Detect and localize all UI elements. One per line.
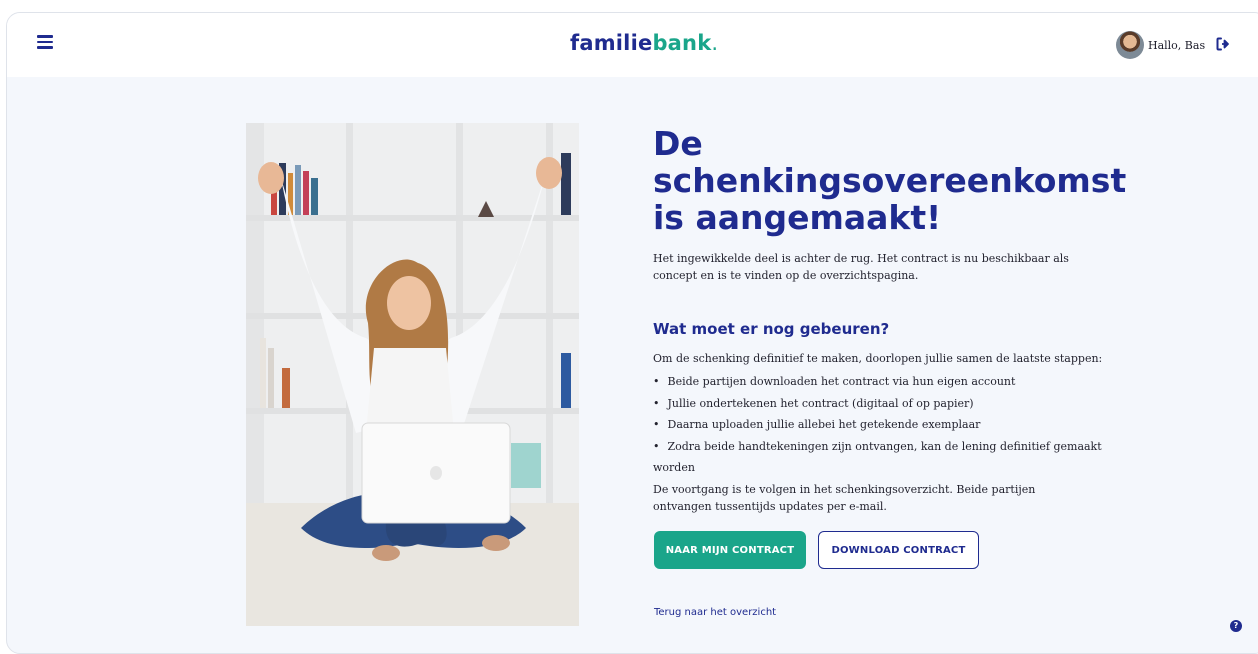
confirmation-content: De schenkingsovereenkomst is aangemaakt!… (653, 124, 1127, 618)
illustration-woman-with-laptop (246, 123, 579, 626)
next-steps-heading: Wat moet er nog gebeuren? (653, 320, 890, 338)
logo-text-familie: familie (570, 31, 653, 55)
help-icon[interactable]: ? (1230, 620, 1242, 632)
user-avatar[interactable] (1116, 31, 1144, 59)
user-greeting: Hallo, Bas (1148, 39, 1206, 52)
intro-text: Het ingewikkelde deel is achter de rug. … (653, 252, 1069, 282)
hamburger-menu-icon[interactable] (37, 35, 53, 49)
familiebank-logo[interactable]: familiebank. (570, 31, 718, 55)
step-item: Daarna uploaden jullie allebei het getek… (653, 414, 1123, 436)
steps-list: Beide partijen downloaden het contract v… (653, 371, 1123, 479)
celebrating-woman-photo (246, 123, 579, 626)
step-item: Beide partijen downloaden het contract v… (653, 371, 1123, 393)
go-to-contract-button[interactable]: NAAR MIJN CONTRACT (654, 531, 806, 569)
page-title: De schenkingsovereenkomst is aangemaakt! (653, 124, 1127, 237)
step-item: Jullie ondertekenen het contract (digita… (653, 393, 1123, 415)
back-to-overview-link[interactable]: Terug naar het overzicht (654, 607, 776, 618)
logo-text-bank: bank (652, 31, 712, 55)
app-window: familiebank. Hallo, Bas De schenkingsove… (6, 12, 1258, 654)
logo-dot: . (711, 31, 719, 55)
progress-info-text: De voortgang is te volgen in het schenki… (653, 482, 1036, 513)
step-item: Zodra beide handtekeningen zijn ontvange… (653, 436, 1123, 479)
download-contract-button[interactable]: DOWNLOAD CONTRACT (818, 531, 979, 569)
steps-intro-text: Om de schenking definitief te maken, doo… (653, 352, 1103, 365)
sign-out-icon[interactable] (1215, 36, 1231, 52)
top-navigation-bar: familiebank. Hallo, Bas (7, 13, 1258, 77)
